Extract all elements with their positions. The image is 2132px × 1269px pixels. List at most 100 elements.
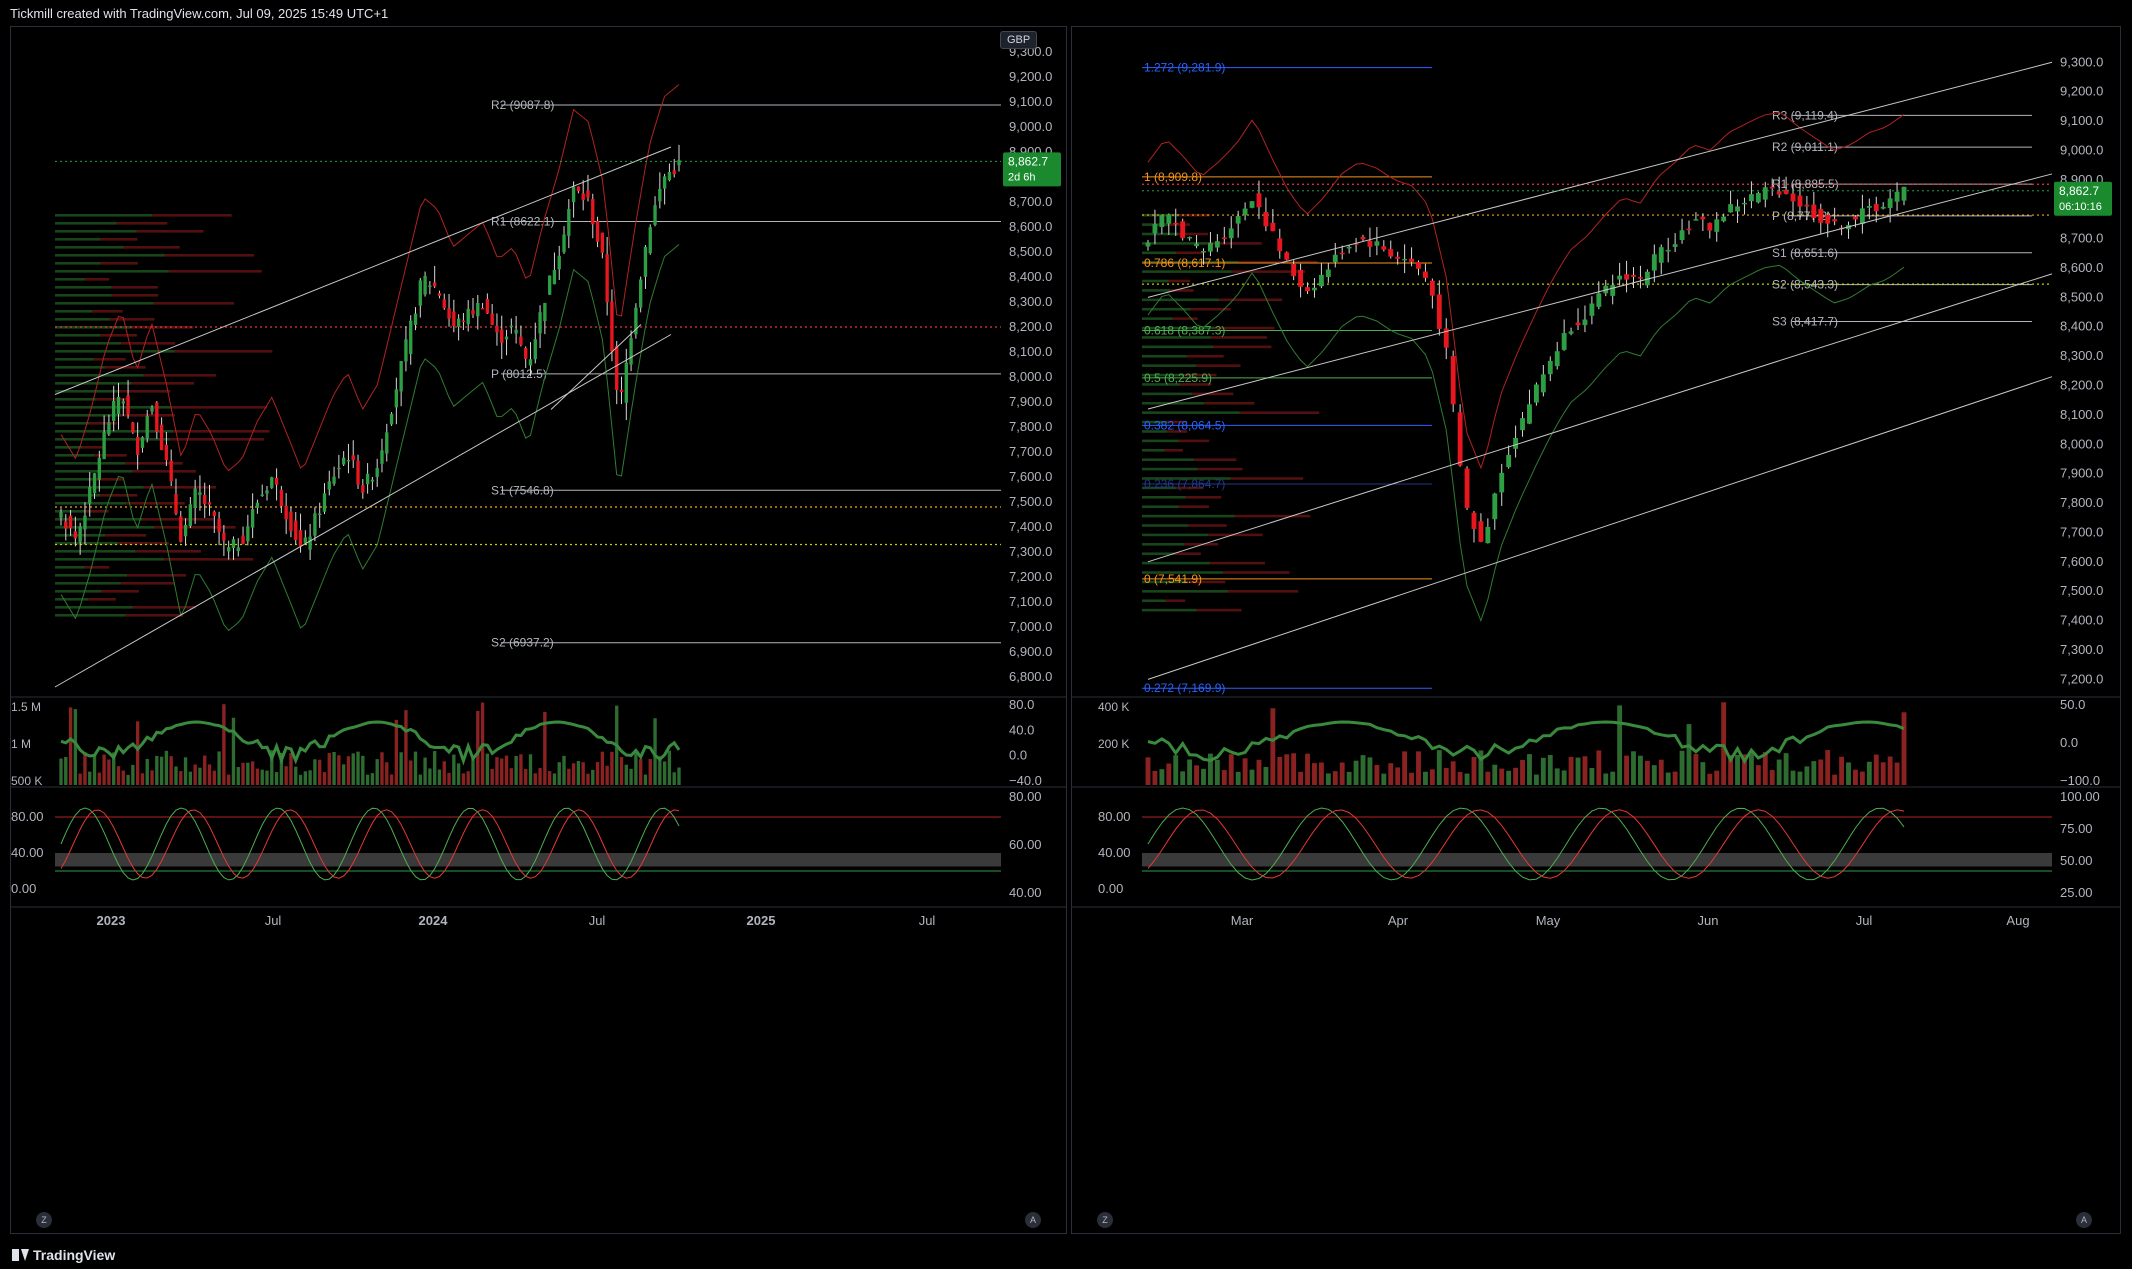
stoch-band [55,853,1001,867]
candle-body [332,476,336,484]
volume-bar [1790,770,1796,785]
left-chart-panel[interactable]: 6,800.0 6,900.0 7,000.0 7,100.0 7,200.0 7,300… [10,26,1067,1234]
volume-bar [1221,770,1227,785]
volume-profile-bar [1164,448,1184,452]
fib-level-label: 1 (8,909.8) [1144,170,1202,184]
volume-bar [456,763,461,785]
volume-profile-bar [1168,223,1191,226]
volume-bar [1173,755,1179,785]
volume-bar [298,774,303,785]
volume-bar [1513,767,1519,785]
volume-bar [1492,764,1498,785]
volume-bar [159,756,164,785]
volume-bar [164,750,169,785]
fib-level-label: 0.786 (8,617.1) [1144,256,1225,270]
candle-body [1790,193,1796,202]
x-axis-label: Jul [1856,913,1873,928]
volume-profile-bar [55,478,93,481]
volume-bar [1540,757,1546,785]
volume-profile-bar [1230,477,1304,480]
pivot-label: R2 (9,011.1) [1772,140,1838,154]
volume-bar [179,771,183,785]
volume-bar [351,753,355,785]
volume-bar [1443,768,1449,785]
candle-body [1714,219,1720,232]
volume-bar [1416,751,1421,785]
currency-badge[interactable]: GBP [1000,31,1038,49]
right-chart-panel[interactable]: 7,200.0 7,300.0 7,400.0 7,500.0 7,600.0 7,700… [1071,26,2121,1234]
y-tick-label: 9,000.0 [1009,119,1052,134]
candle-body [591,198,595,225]
volume-bar [145,758,149,785]
candle-body [59,512,63,518]
candle-body [471,310,475,315]
volume-profile-bar [1178,439,1210,443]
candle-body [169,460,173,482]
candle-body [313,513,317,536]
auto-scale-button[interactable]: A [2076,1212,2092,1228]
volume-bar [452,754,456,785]
volume-bar [1242,758,1248,785]
zoom-button[interactable]: Z [1097,1212,1113,1228]
volume-bar [600,751,605,785]
x-axis-label: 2023 [97,913,126,928]
volume-profile-bar [1209,561,1266,565]
candle-body [1270,222,1276,232]
candle-body [643,246,648,277]
volume-bar [222,704,226,785]
volume-bar [341,764,346,785]
tradingview-logo[interactable]: TradingView [12,1247,115,1263]
volume-bar [471,758,475,785]
volume-profile-bar [1178,505,1210,509]
zoom-button[interactable]: Z [36,1212,52,1228]
volume-bar [150,770,154,785]
volume-bar [1679,750,1685,785]
volume-profile-bar [84,566,110,569]
volume-profile-bar [1142,317,1173,320]
volume-profile-bar [55,494,101,497]
candle-body [308,536,312,550]
candle-body [1485,526,1491,544]
volume-bar [1471,757,1477,785]
left-chart-svg[interactable]: 6,800.0 6,900.0 7,000.0 7,100.0 7,200.0 7,300… [11,27,1066,1233]
candle-body [1582,319,1588,326]
auto-scale-button[interactable]: A [1025,1212,1041,1228]
candle-body [1478,521,1484,542]
volume-profile-bar [118,390,171,393]
volume-bar [169,756,173,785]
y-tick-label: 6,900.0 [1009,644,1052,659]
y-tick-label: 7,000.0 [1009,619,1052,634]
volume-bar [193,764,197,785]
candle-body [1249,201,1255,208]
volume-bar [1776,759,1782,785]
volume-bar [1520,759,1525,785]
stoch-k-line [60,807,680,881]
right-chart-svg[interactable]: 7,200.0 7,300.0 7,400.0 7,500.0 7,600.0 7,700… [1072,27,2120,1233]
volume-bar [322,772,327,785]
volume-bar [394,719,399,785]
volume-profile-bar [1142,514,1235,518]
volume-bar [380,752,384,785]
volume-bar [437,769,442,785]
volume-bar [308,770,312,785]
volume-profile-bar [164,558,254,561]
candle-body [672,170,676,175]
volume-bar [1325,773,1331,785]
candle-body [1194,243,1199,247]
volume-profile-bar [1142,439,1179,443]
candle-body [207,502,212,505]
candle-body [1367,240,1373,247]
volume-profile-bar [1223,571,1290,574]
candle-body [480,307,485,310]
volume-bar [126,774,130,785]
volume-profile-bar [88,422,117,425]
volume-profile-bar [1219,298,1283,302]
fib-level-label: 0.5 (8,225.9) [1144,371,1212,385]
volume-bar [1423,771,1428,785]
volume-profile-bar [55,342,122,345]
volume-bar [1395,767,1401,785]
volume-profile-bar [55,278,85,281]
candle-body [476,302,480,317]
volume-bar [643,774,648,785]
volume-bar [241,762,245,785]
